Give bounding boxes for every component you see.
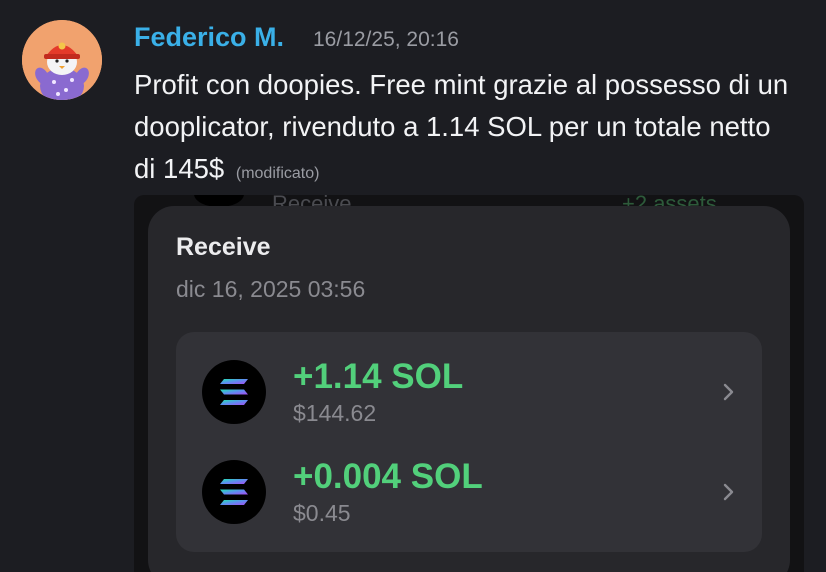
author-name[interactable]: Federico M. (134, 22, 284, 53)
penguin-avatar-icon (22, 20, 102, 100)
receive-sheet: Receive dic 16, 2025 03:56 +1.14 SOL $14… (148, 206, 790, 572)
image-attachment[interactable]: Receive +2 assets Receive dic 16, 2025 0… (134, 195, 804, 572)
chevron-right-icon (723, 383, 734, 401)
transaction-row[interactable]: +1.14 SOL $144.62 (176, 342, 762, 442)
transaction-usd-value: $144.62 (293, 400, 377, 426)
message-body: Profit con doopies. Free mint grazie al … (134, 64, 794, 195)
transaction-amount: +0.004 SOL (293, 457, 483, 496)
transactions-card: +1.14 SOL $144.62 +0.004 SOL $0.45 (176, 332, 762, 552)
transaction-usd-value: $0.45 (293, 500, 351, 526)
transaction-row[interactable]: +0.004 SOL $0.45 (176, 442, 762, 542)
solana-icon (202, 360, 266, 424)
message-text: Profit con doopies. Free mint grazie al … (134, 69, 789, 184)
solana-icon (202, 460, 266, 524)
chevron-right-icon (723, 483, 734, 501)
sheet-title: Receive (176, 233, 271, 261)
sheet-date: dic 16, 2025 03:56 (176, 276, 366, 302)
edited-label: (modificato) (235, 165, 320, 182)
transaction-amount: +1.14 SOL (293, 357, 464, 396)
message-timestamp[interactable]: 16/12/25, 20:16 (313, 28, 459, 52)
avatar[interactable] (22, 20, 102, 100)
